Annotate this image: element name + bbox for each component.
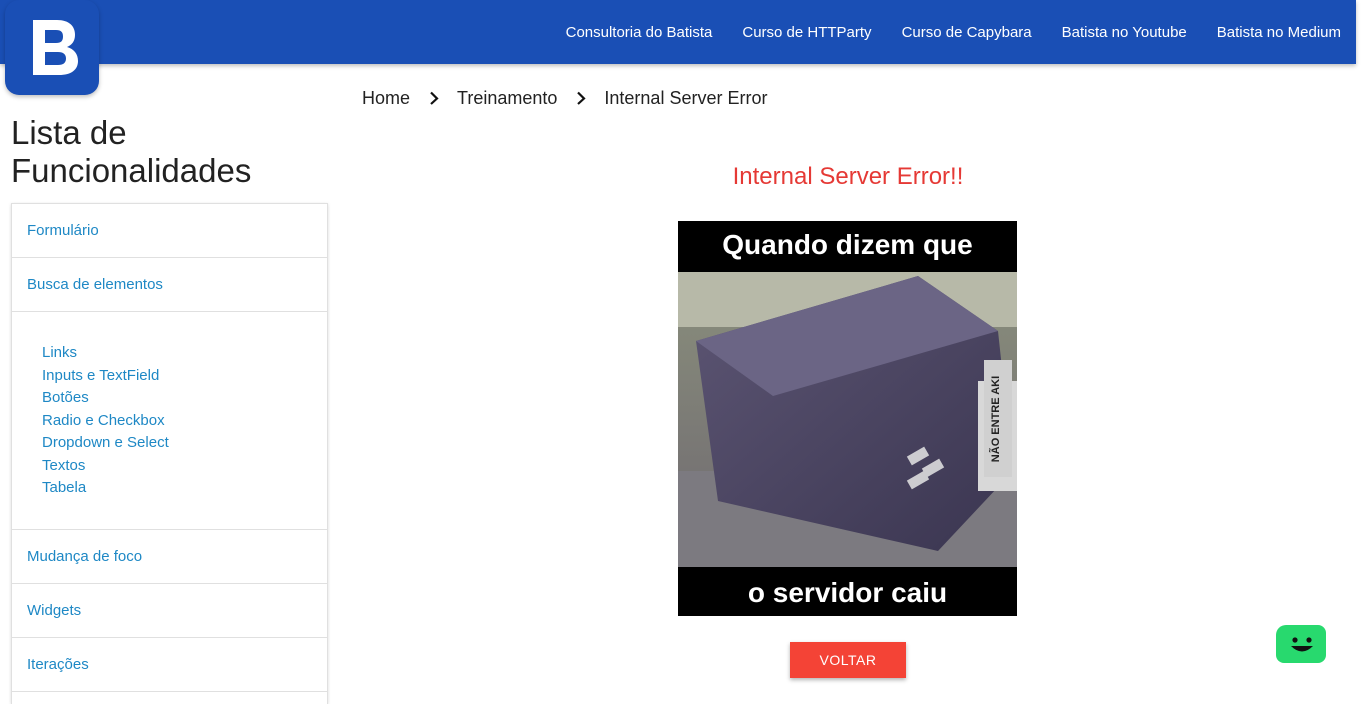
meme-bottom-caption: o servidor caiu: [747, 577, 948, 608]
nav-link-httparty[interactable]: Curso de HTTParty: [742, 24, 871, 41]
sidebar-item-widgets[interactable]: Widgets: [12, 584, 327, 638]
fallen-server-illustration: [678, 272, 1017, 567]
sidebar-item-formulario[interactable]: Formulário: [12, 204, 327, 258]
submenu-item-tabela[interactable]: Tabela: [42, 477, 327, 500]
chevron-right-icon: [410, 86, 457, 110]
server-crash-meme-image: Quando dizem que o servidor caiu NÃO ENT…: [678, 221, 1017, 616]
breadcrumb: Home Treinamento Internal Server Error: [362, 86, 767, 110]
voltar-button[interactable]: VOLTAR: [790, 642, 906, 678]
submenu-item-botoes[interactable]: Botões: [42, 387, 327, 410]
sidebar-item-mudanca-foco[interactable]: Mudança de foco: [12, 530, 327, 584]
chevron-right-icon: [557, 86, 604, 110]
nav-link-consultoria[interactable]: Consultoria do Batista: [566, 24, 713, 41]
nav-link-youtube[interactable]: Batista no Youtube: [1062, 24, 1187, 41]
breadcrumb-treinamento[interactable]: Treinamento: [457, 88, 557, 109]
submenu-item-textos[interactable]: Textos: [42, 455, 327, 478]
nav-link-medium[interactable]: Batista no Medium: [1217, 24, 1341, 41]
sidebar-submenu: Links Inputs e TextField Botões Radio e …: [12, 312, 327, 530]
sidebar-item-busca-elementos[interactable]: Busca de elementos: [12, 258, 327, 312]
submenu-item-links[interactable]: Links: [42, 342, 327, 365]
sidebar-menu: Formulário Busca de elementos Links Inpu…: [11, 203, 328, 704]
breadcrumb-current: Internal Server Error: [604, 87, 768, 108]
logo-b-icon: [33, 20, 78, 75]
breadcrumb-home[interactable]: Home: [362, 88, 410, 109]
meme-top-caption: Quando dizem que: [722, 229, 973, 260]
submenu-item-inputs[interactable]: Inputs e TextField: [42, 365, 327, 388]
submenu-item-dropdown[interactable]: Dropdown e Select: [42, 432, 327, 455]
error-title: Internal Server Error!!: [732, 163, 964, 190]
meme-sticker-label: NÃO ENTRE AKI: [990, 375, 1002, 463]
top-navbar: Consultoria do Batista Curso de HTTParty…: [0, 0, 1356, 64]
site-logo[interactable]: [5, 0, 99, 95]
chat-widget-button[interactable]: [1276, 625, 1326, 663]
sidebar-title: Lista de Funcionalidades: [11, 114, 252, 189]
nav-link-capybara[interactable]: Curso de Capybara: [902, 24, 1032, 41]
main-nav: Consultoria do Batista Curso de HTTParty…: [536, 0, 1341, 64]
submenu-item-radio-checkbox[interactable]: Radio e Checkbox: [42, 410, 327, 433]
smiley-chat-icon: [1291, 637, 1313, 652]
sidebar-item-iteracoes[interactable]: Iterações: [12, 638, 327, 692]
